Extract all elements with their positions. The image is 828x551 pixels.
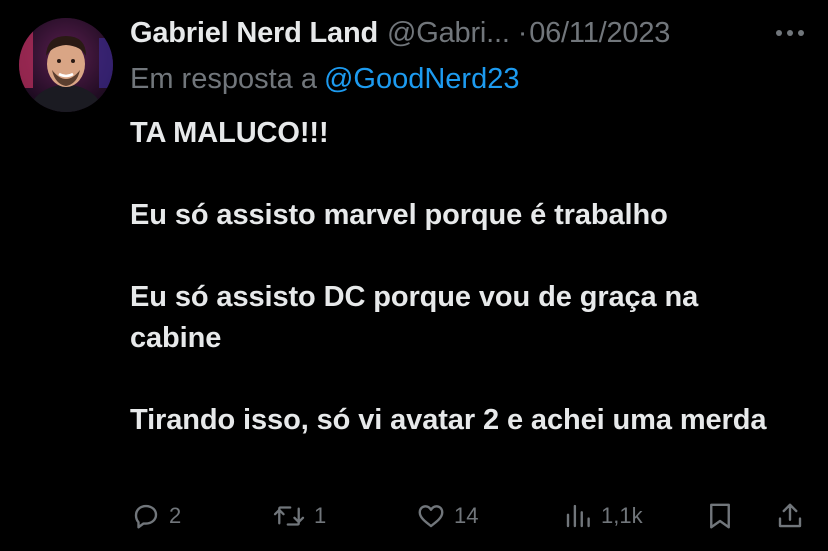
- avatar-image: [19, 18, 113, 112]
- heart-icon: [418, 505, 444, 528]
- more-button[interactable]: [770, 14, 810, 52]
- more-horizontal-icon: [776, 30, 804, 36]
- like-button[interactable]: 14: [416, 496, 478, 536]
- share-button[interactable]: [775, 496, 805, 536]
- tweet-text: TA MALUCO!!! Eu só assisto marvel porque…: [130, 113, 790, 441]
- separator-dot: ·: [517, 16, 528, 49]
- views-button[interactable]: 1,1k: [563, 496, 643, 536]
- reply-prefix: Em resposta a: [130, 62, 317, 95]
- bookmark-button[interactable]: [706, 496, 734, 536]
- tweet-paragraph: Tirando isso, só vi avatar 2 e achei uma…: [130, 404, 767, 436]
- analytics-bars-icon: [566, 504, 590, 528]
- author-name[interactable]: Gabriel Nerd Land: [130, 17, 378, 50]
- retweet-button[interactable]: 1: [272, 496, 326, 536]
- reply-context: Em resposta a @GoodNerd23: [130, 60, 519, 98]
- avatar[interactable]: [19, 18, 113, 112]
- tweet-header: Gabriel Nerd Land @Gabri... · 06/11/2023: [130, 14, 670, 52]
- reply-count: 2: [169, 503, 182, 528]
- tweet-paragraph: Eu só assisto marvel porque é trabalho: [130, 199, 668, 231]
- tweet-paragraph: TA MALUCO!!!: [130, 117, 329, 149]
- retweet-count: 1: [314, 503, 327, 528]
- retweet-icon: [273, 506, 305, 526]
- author-handle[interactable]: @Gabri...: [387, 17, 510, 50]
- bookmark-icon: [710, 503, 730, 529]
- reply-button[interactable]: 2: [131, 496, 181, 536]
- views-count: 1,1k: [601, 503, 643, 528]
- reply-handle-link[interactable]: @GoodNerd23: [324, 63, 520, 96]
- tweet-date[interactable]: 06/11/2023: [529, 17, 670, 50]
- tweet: Gabriel Nerd Land @Gabri... · 06/11/2023…: [0, 0, 828, 551]
- tweet-paragraph: Eu só assisto DC porque vou de graça na …: [130, 281, 699, 354]
- action-bar: 2 1 14 1,1k: [0, 496, 828, 536]
- reply-bubble-icon: [134, 504, 158, 529]
- share-upload-icon: [778, 503, 802, 528]
- like-count: 14: [454, 503, 479, 528]
